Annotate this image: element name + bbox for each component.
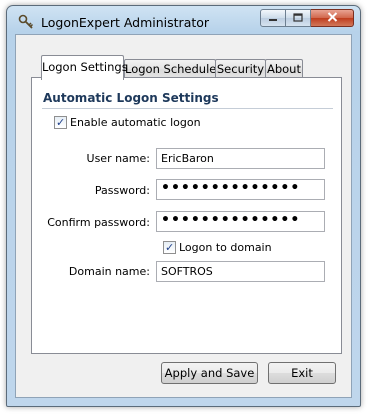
domain-name-field[interactable]: SOFTROS bbox=[156, 261, 325, 282]
confirm-password-label: Confirm password: bbox=[47, 216, 150, 229]
checkmark-icon: ✓ bbox=[56, 116, 66, 129]
tab-security[interactable]: Security bbox=[215, 59, 266, 79]
checkmark-icon: ✓ bbox=[165, 241, 175, 254]
app-window: LogonExpert Administrator Logon Settings bbox=[6, 5, 361, 407]
title-bar[interactable]: LogonExpert Administrator bbox=[7, 6, 360, 36]
domain-name-label: Domain name: bbox=[68, 265, 150, 278]
password-label: Password: bbox=[94, 184, 150, 197]
exit-button[interactable]: Exit bbox=[268, 362, 336, 384]
confirm-password-field[interactable]: •••••••••••••• bbox=[156, 211, 325, 232]
apply-and-save-button[interactable]: Apply and Save bbox=[161, 362, 258, 384]
tab-about[interactable]: About bbox=[265, 59, 303, 79]
caption-buttons bbox=[260, 9, 354, 27]
minimize-button[interactable] bbox=[260, 9, 286, 27]
enable-auto-logon-label[interactable]: Enable automatic logon bbox=[70, 116, 201, 129]
enable-auto-logon-checkbox[interactable]: ✓ bbox=[54, 116, 67, 129]
logon-to-domain-checkbox[interactable]: ✓ bbox=[163, 241, 176, 254]
maximize-icon bbox=[293, 12, 303, 25]
user-name-field[interactable]: EricBaron bbox=[156, 148, 325, 169]
window-title: LogonExpert Administrator bbox=[41, 15, 210, 30]
logon-settings-panel: Automatic Logon Settings ✓ Enable automa… bbox=[31, 77, 342, 354]
maximize-button[interactable] bbox=[286, 9, 311, 27]
minimize-icon bbox=[268, 12, 278, 25]
tab-logon-settings[interactable]: Logon Settings bbox=[41, 55, 128, 80]
close-button[interactable] bbox=[311, 9, 354, 27]
close-icon bbox=[327, 11, 338, 25]
password-field[interactable]: •••••••••••••• bbox=[156, 179, 325, 200]
user-name-label: User name: bbox=[86, 152, 150, 165]
tab-logon-scheduler[interactable]: Logon Scheduler bbox=[124, 59, 221, 79]
section-title: Automatic Logon Settings bbox=[43, 91, 219, 105]
section-divider bbox=[42, 108, 333, 109]
logon-to-domain-label[interactable]: Logon to domain bbox=[179, 241, 272, 254]
key-icon bbox=[18, 14, 34, 30]
